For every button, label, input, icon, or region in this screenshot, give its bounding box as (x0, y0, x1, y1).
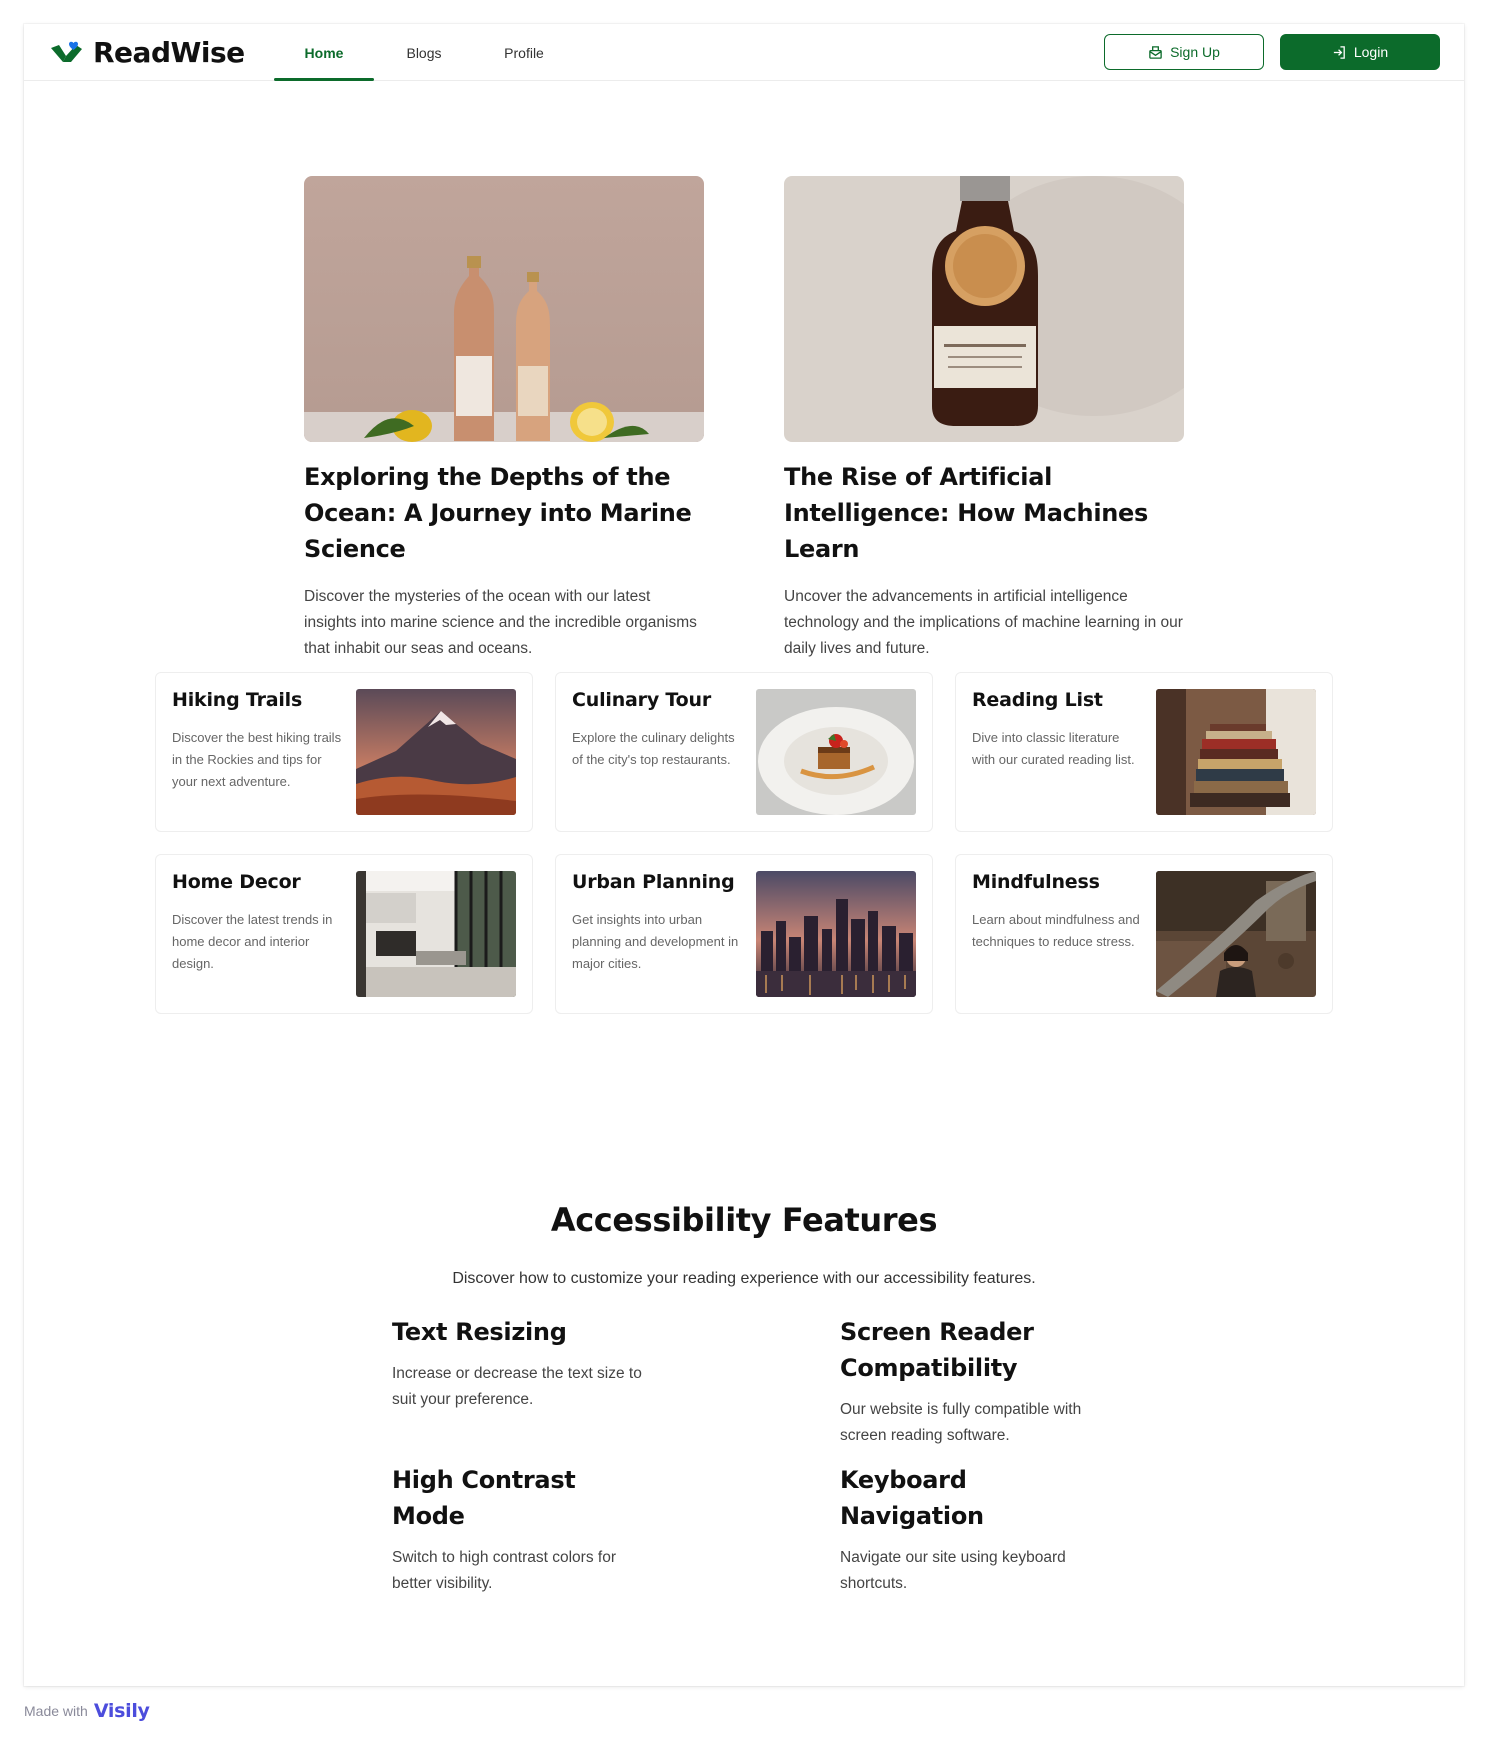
featured-title[interactable]: The Rise of Artificial Intelligence: How… (784, 459, 1184, 567)
card-description: Dive into classic literature with our cu… (972, 730, 1135, 767)
featured-title[interactable]: Exploring the Depths of the Ocean: A Jou… (304, 459, 704, 567)
featured-image-bottle[interactable] (784, 176, 1184, 442)
readwise-logo-icon (51, 41, 82, 62)
card-image-interior (356, 871, 516, 997)
nav-home[interactable]: Home (274, 24, 374, 81)
card-title: Hiking Trails (172, 689, 303, 711)
topic-card-urban[interactable]: Urban Planning Get insights into urban p… (555, 854, 933, 1014)
signup-label: Sign Up (1170, 44, 1220, 60)
card-image-plate (756, 689, 916, 815)
card-image-meditation (1156, 871, 1316, 997)
made-with-badge[interactable]: Made with Visily (24, 1700, 150, 1722)
brand-name: ReadWise (93, 36, 245, 69)
feature-item: Text Resizing Increase or decrease the t… (392, 1314, 652, 1413)
feature-title: Screen Reader Compatibility (840, 1318, 1034, 1382)
feature-title: Keyboard Navigation (840, 1466, 984, 1530)
topic-card-culinary[interactable]: Culinary Tour Explore the culinary delig… (555, 672, 933, 832)
featured-article[interactable]: The Rise of Artificial Intelligence: How… (784, 176, 1184, 662)
feature-description: Navigate our site using keyboard shortcu… (840, 1549, 1066, 1592)
topic-card-hiking[interactable]: Hiking Trails Discover the best hiking t… (155, 672, 533, 832)
feature-title: High Contrast Mode (392, 1466, 576, 1530)
accessibility-title: Accessibility Features (550, 1201, 938, 1239)
feature-title: Text Resizing (392, 1318, 567, 1346)
card-title: Mindfulness (972, 871, 1100, 893)
card-image-mountain (356, 689, 516, 815)
featured-description: Discover the mysteries of the ocean with… (304, 588, 697, 657)
nav-blogs[interactable]: Blogs (374, 24, 474, 81)
card-description: Explore the culinary delights of the cit… (572, 730, 735, 767)
card-image-skyline (756, 871, 916, 997)
card-title: Home Decor (172, 871, 301, 893)
card-title: Culinary Tour (572, 689, 712, 711)
feature-description: Increase or decrease the text size to su… (392, 1365, 642, 1408)
feature-description: Our website is fully compatible with scr… (840, 1401, 1082, 1444)
login-arrow-icon (1333, 45, 1345, 59)
made-with-label: Made with (24, 1703, 88, 1719)
login-label: Login (1353, 44, 1389, 60)
card-description: Discover the latest trends in home decor… (172, 912, 333, 971)
featured-description: Uncover the advancements in artificial i… (784, 588, 1183, 657)
app-frame: ReadWise Home Blogs Profile Sign Up Logi… (24, 24, 1464, 1686)
feature-item: Keyboard Navigation Navigate our site us… (840, 1462, 1100, 1597)
signup-button[interactable]: Sign Up (1104, 34, 1264, 70)
topic-card-reading[interactable]: Reading List Dive into classic literatur… (955, 672, 1333, 832)
login-button[interactable]: Login (1280, 34, 1440, 70)
featured-article[interactable]: Exploring the Depths of the Ocean: A Jou… (304, 176, 704, 662)
card-description: Get insights into urban planning and dev… (572, 912, 739, 971)
feature-description: Switch to high contrast colors for bette… (392, 1549, 616, 1592)
accessibility-subtitle: Discover how to customize your reading e… (452, 1270, 1036, 1287)
topic-card-mindfulness[interactable]: Mindfulness Learn about mindfulness and … (955, 854, 1333, 1014)
card-description: Discover the best hiking trails in the R… (172, 730, 342, 789)
topic-card-homedecor[interactable]: Home Decor Discover the latest trends in… (155, 854, 533, 1014)
card-title: Reading List (972, 689, 1103, 711)
card-title: Urban Planning (572, 871, 735, 893)
main-nav: Home Blogs Profile (274, 24, 574, 81)
card-image-books (1156, 689, 1316, 815)
featured-image-bottles[interactable] (304, 176, 704, 442)
feature-item: Screen Reader Compatibility Our website … (840, 1314, 1100, 1449)
brand-logo[interactable]: ReadWise (49, 36, 245, 69)
signup-mail-icon (1149, 45, 1162, 59)
nav-profile[interactable]: Profile (474, 24, 574, 81)
visily-logo: Visily (93, 1700, 150, 1722)
card-description: Learn about mindfulness and techniques t… (972, 912, 1140, 949)
feature-item: High Contrast Mode Switch to high contra… (392, 1462, 652, 1597)
top-navbar: ReadWise Home Blogs Profile Sign Up Logi… (24, 24, 1464, 81)
